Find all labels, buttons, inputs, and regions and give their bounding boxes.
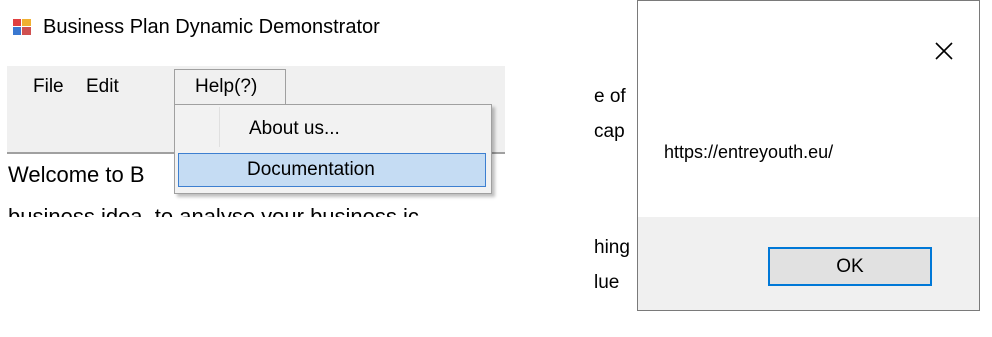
help-dropdown-menu: About us... Documentation: [174, 104, 492, 194]
background-text-fragment: cap: [594, 121, 625, 142]
menu-file[interactable]: File: [33, 76, 64, 98]
menu-help[interactable]: Help(?): [195, 76, 257, 98]
menu-item-documentation[interactable]: Documentation: [178, 153, 486, 187]
ok-button[interactable]: OK: [768, 247, 932, 286]
dialog-footer: OK: [638, 217, 979, 310]
close-button[interactable]: [928, 35, 960, 67]
window-title: Business Plan Dynamic Demonstrator: [43, 16, 380, 38]
welcome-text-start: Welcome to B: [8, 162, 145, 187]
menu-item-about-us-label: About us...: [249, 118, 340, 139]
menu-edit[interactable]: Edit: [86, 76, 119, 98]
description-text-clip: business idea, to analyse your business …: [8, 204, 508, 217]
background-text-fragment: hing: [594, 237, 630, 258]
description-text: business idea, to analyse your business …: [8, 204, 419, 217]
menu-item-documentation-label: Documentation: [247, 159, 375, 180]
background-text-fragment: e of: [594, 86, 626, 107]
menu-item-about-us[interactable]: About us...: [177, 109, 487, 149]
message-dialog: https://entreyouth.eu/ OK: [637, 0, 980, 311]
close-icon: [935, 42, 953, 60]
background-text-fragment: lue: [594, 272, 620, 293]
dialog-message: https://entreyouth.eu/: [664, 142, 834, 162]
app-window-icon: [13, 19, 31, 35]
